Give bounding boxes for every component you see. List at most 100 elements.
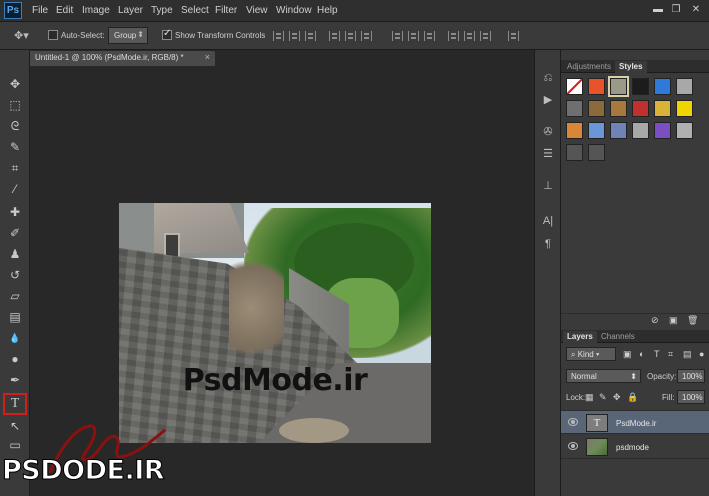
menu-layer[interactable]: Layer [118,5,143,16]
layer-row-image[interactable]: psdmode [561,435,709,459]
menu-file[interactable]: File [32,5,48,16]
new-style-icon[interactable]: ▣ [669,315,678,326]
blur-tool-icon[interactable]: 💧 [4,328,26,348]
type-tool-icon[interactable]: T [3,393,27,415]
style-swatch[interactable] [566,78,583,95]
menu-view[interactable]: View [246,5,268,16]
style-swatch[interactable] [676,100,693,117]
lock-all-icon[interactable]: 🔒 [627,392,638,403]
move-tool-preset-icon[interactable]: ✥▾ [14,29,29,42]
clone-source-icon[interactable]: ⊥ [540,178,556,194]
marquee-tool-icon[interactable]: ⬚ [4,95,26,115]
style-swatch[interactable] [676,122,693,139]
menu-filter[interactable]: Filter [215,5,237,16]
delete-style-icon[interactable]: 🗑 [687,315,698,326]
clear-style-icon[interactable]: ⊘ [651,315,659,326]
tab-channels[interactable]: Channels [597,331,639,343]
history-panel-icon[interactable]: ⎌ [540,70,556,86]
menu-edit[interactable]: Edit [56,5,73,16]
style-swatch[interactable] [588,122,605,139]
fill-input[interactable]: 100% [677,390,705,404]
auto-select-checkbox[interactable] [48,30,58,40]
minimize-button[interactable]: ▬ [650,2,666,17]
layer-visibility-eye-icon[interactable] [568,418,578,426]
style-swatch[interactable] [610,100,627,117]
crop-tool-icon[interactable]: ⌗ [4,158,26,178]
filter-smart-icon[interactable]: ▤ [683,349,692,360]
stamp-tool-icon[interactable]: ♟ [4,244,26,264]
actions-panel-icon[interactable]: ▶ [540,92,556,108]
tool-presets-icon[interactable]: ✇ [540,124,556,140]
lock-image-icon[interactable]: ✎ [599,392,607,403]
style-swatch[interactable] [610,122,627,139]
layer-filter-kind[interactable]: ⌕ Kind ▾ [566,347,616,361]
layer-row-text[interactable]: T PsdMode.ir [561,410,709,434]
style-swatch[interactable] [654,78,671,95]
style-swatch[interactable] [632,122,649,139]
style-swatch[interactable] [566,100,583,117]
distribute-hcenter-icon[interactable] [464,31,475,41]
tab-layers[interactable]: Layers [563,331,597,343]
quick-select-tool-icon[interactable]: ✎ [4,137,26,157]
eraser-tool-icon[interactable]: ▱ [4,286,26,306]
pen-tool-icon[interactable]: ✒ [4,370,26,390]
brush-tool-icon[interactable]: ✐ [4,223,26,243]
auto-align-layers-icon[interactable] [508,31,519,41]
eyedropper-tool-icon[interactable]: ⁄ [4,179,26,199]
style-swatch[interactable] [654,122,671,139]
distribute-top-icon[interactable] [392,31,403,41]
filter-adjust-icon[interactable]: ◐ [639,349,644,359]
distribute-bottom-icon[interactable] [424,31,435,41]
menu-type[interactable]: Type [151,5,173,16]
document-tab[interactable]: Untitled-1 @ 100% (PsdMode.ir, RGB/8) * … [30,51,215,66]
style-swatch[interactable] [676,78,693,95]
distribute-vcenter-icon[interactable] [408,31,419,41]
paragraph-panel-icon[interactable]: ¶ [540,236,556,252]
shape-tool-icon[interactable]: ▭ [4,435,26,455]
style-swatch[interactable] [566,144,583,161]
tab-adjustments[interactable]: Adjustments [563,61,615,73]
align-hcenter-icon[interactable] [345,31,356,41]
menu-select[interactable]: Select [181,5,209,16]
document-canvas[interactable]: PsdMode.ir [119,203,431,443]
lock-position-icon[interactable]: ✥ [613,392,621,403]
align-right-icon[interactable] [361,31,372,41]
auto-select-target-dropdown[interactable]: Group [108,27,148,44]
layer-visibility-eye-icon[interactable] [568,442,578,450]
character-panel-icon[interactable]: A| [540,213,556,229]
distribute-right-icon[interactable] [480,31,491,41]
style-swatch[interactable] [566,122,583,139]
close-document-icon[interactable]: × [205,52,210,62]
canvas-text-layer[interactable]: PsdMode.ir [119,363,431,398]
move-tool-icon[interactable]: ✥ [4,74,26,94]
history-brush-tool-icon[interactable]: ↺ [4,265,26,285]
filter-type-icon[interactable]: T [654,349,660,359]
style-swatch[interactable] [588,78,605,95]
close-window-button[interactable]: ✕ [688,2,704,17]
tab-styles[interactable]: Styles [615,61,647,73]
blend-mode-select[interactable]: Normal ⬍ [566,369,641,383]
dodge-tool-icon[interactable]: ● [4,349,26,369]
lock-transparent-icon[interactable]: ▦ [585,392,594,403]
menu-help[interactable]: Help [317,5,338,16]
align-left-icon[interactable] [329,31,340,41]
gradient-tool-icon[interactable]: ▤ [4,307,26,327]
menu-image[interactable]: Image [82,5,110,16]
path-select-tool-icon[interactable]: ↖ [4,416,26,436]
restore-button[interactable]: ❐ [668,2,684,17]
style-swatch[interactable] [588,100,605,117]
show-transform-checkbox[interactable] [162,28,172,40]
align-top-icon[interactable] [273,31,284,41]
menu-window[interactable]: Window [276,5,312,16]
align-vcenter-icon[interactable] [289,31,300,41]
healing-tool-icon[interactable]: ✚ [4,202,26,222]
lasso-tool-icon[interactable]: ᘓ [4,116,26,136]
filter-shape-icon[interactable]: ⌗ [668,349,673,360]
filter-pixel-icon[interactable]: ▣ [623,349,632,360]
style-swatch[interactable] [632,78,649,95]
style-swatch[interactable] [608,76,629,97]
align-bottom-icon[interactable] [305,31,316,41]
brush-panel-icon[interactable]: ☰ [540,146,556,162]
style-swatch[interactable] [632,100,649,117]
style-swatch[interactable] [588,144,605,161]
